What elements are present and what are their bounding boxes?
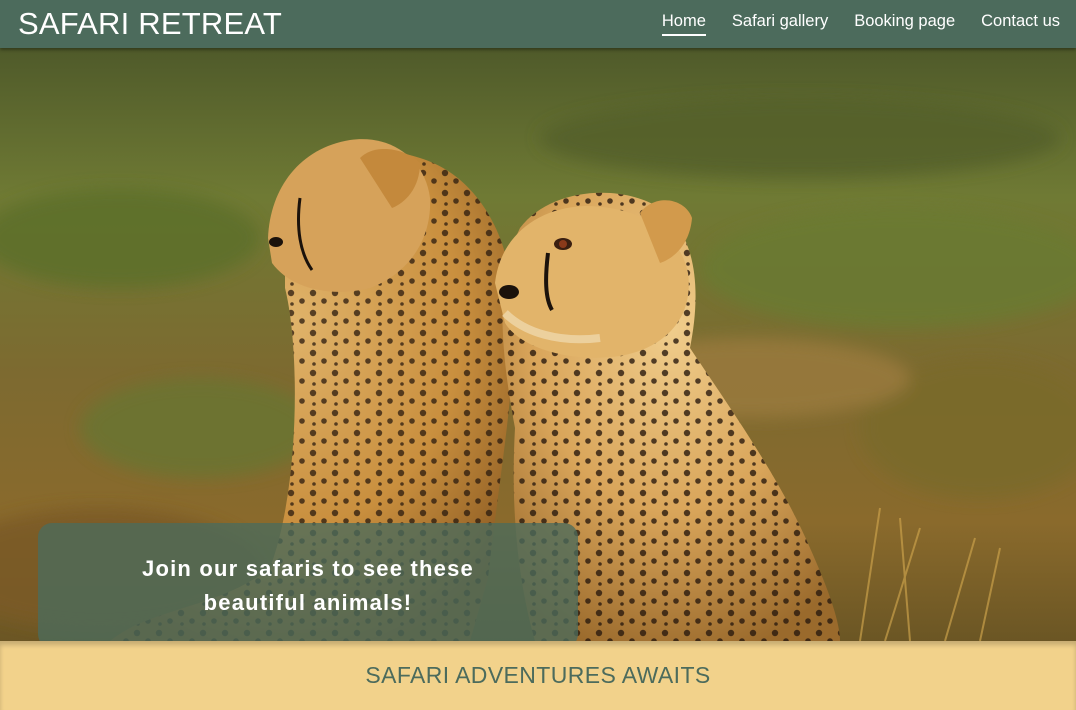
hero-caption-box: Join our safaris to see these beautiful …: [38, 523, 578, 641]
site-logo[interactable]: SAFARI RETREAT: [18, 6, 282, 42]
nav-link-home[interactable]: Home: [661, 12, 706, 36]
section-heading: SAFARI ADVENTURES AWAITS: [365, 662, 711, 688]
navbar: SAFARI RETREAT Home Safari gallery Booki…: [0, 0, 1076, 48]
section-band: SAFARI ADVENTURES AWAITS: [0, 641, 1076, 710]
hero-section: Join our safaris to see these beautiful …: [0, 48, 1076, 641]
nav-link-safari-gallery[interactable]: Safari gallery: [732, 12, 828, 36]
nav-link-booking-page[interactable]: Booking page: [854, 12, 955, 36]
main-nav: Home Safari gallery Booking page Contact…: [661, 12, 1060, 36]
hero-caption-text: Join our safaris to see these beautiful …: [142, 555, 474, 615]
nav-link-contact-us[interactable]: Contact us: [981, 12, 1060, 36]
